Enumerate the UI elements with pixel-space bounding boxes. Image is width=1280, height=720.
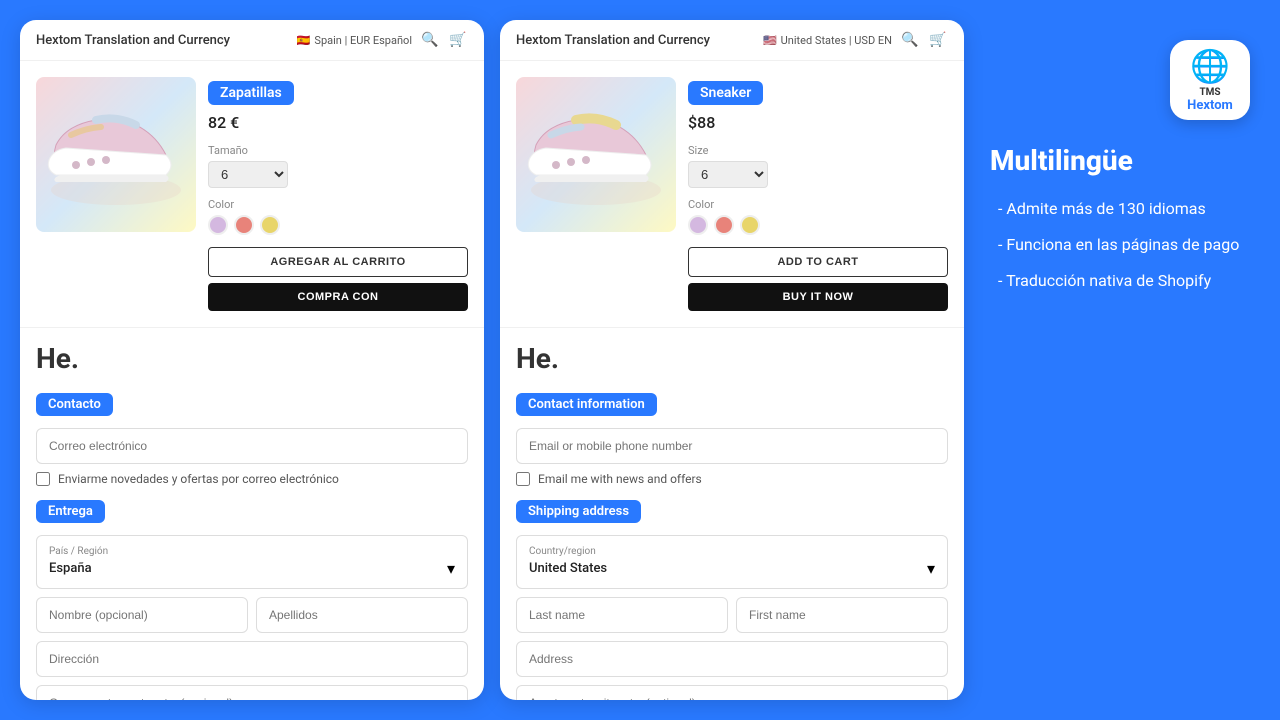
main-container: Hextom Translation and Currency 🇪🇸 Spain… [0, 0, 1280, 720]
color-label-en: Color [688, 198, 948, 211]
last-name-es[interactable] [256, 597, 468, 633]
email-checkbox-row-en: Email me with news and offers [516, 472, 948, 486]
contact-badge-en: Contact information [516, 393, 657, 416]
shipping-badge-en: Shipping address [516, 500, 641, 523]
checkout-section-en: Contact information Email me with news a… [500, 379, 964, 700]
buy-now-button-es[interactable]: COMPRA CON [208, 283, 468, 311]
email-checkbox-es[interactable] [36, 472, 50, 486]
country-label-es: País / Región [49, 546, 455, 557]
product-badge-es: Zapatillas [208, 81, 294, 105]
first-name-es[interactable] [36, 597, 248, 633]
color-dot-3-es[interactable] [260, 215, 280, 235]
last-name-en[interactable] [516, 597, 728, 633]
size-select-en[interactable]: 678 [688, 161, 768, 188]
country-select-en[interactable]: Country/region United States ▾ [516, 535, 948, 589]
add-to-cart-button-es[interactable]: AGREGAR AL CARRITO [208, 247, 468, 277]
globe-icon: 🌐 [1190, 47, 1230, 85]
buy-now-button-en[interactable]: BUY IT NOW [688, 283, 948, 311]
name-row-en [516, 597, 948, 633]
tms-text: TMS [1199, 87, 1220, 98]
search-icon-en[interactable]: 🔍 [900, 30, 920, 50]
locale-text-es: Spain | EUR Español [314, 34, 412, 47]
panel-title: Multilingüe [990, 144, 1133, 178]
dropdown-arrow-en: ▾ [927, 559, 935, 578]
country-label-en: Country/region [529, 546, 935, 557]
product-price-es: 82 € [208, 113, 468, 132]
color-dot-2-es[interactable] [234, 215, 254, 235]
color-dot-1-es[interactable] [208, 215, 228, 235]
cart-icon-en[interactable]: 🛒 [928, 30, 948, 50]
email-field-en[interactable] [516, 428, 948, 464]
product-details-en: Sneaker $88 Size 678 Color ADD TO CART B… [688, 77, 948, 311]
cart-icon-es[interactable]: 🛒 [448, 30, 468, 50]
store-header-es: Hextom Translation and Currency 🇪🇸 Spain… [20, 20, 484, 61]
feature-list: - Admite más de 130 idiomas - Funciona e… [990, 198, 1239, 307]
flag-es: 🇪🇸 [297, 34, 311, 47]
right-panel: 🌐 TMS Hextom Multilingüe - Admite más de… [980, 20, 1260, 327]
product-details-es: Zapatillas 82 € Tamaño 678 Color AGREGAR… [208, 77, 468, 311]
size-select-es[interactable]: 678 [208, 161, 288, 188]
dropdown-arrow-es: ▾ [447, 559, 455, 578]
store-right-en: 🇺🇸 United States | USD EN 🔍 🛒 [763, 30, 948, 50]
store-header-en: Hextom Translation and Currency 🇺🇸 Unite… [500, 20, 964, 61]
spanish-card: Hextom Translation and Currency 🇪🇸 Spain… [20, 20, 484, 700]
name-row-es [36, 597, 468, 633]
product-price-en: $88 [688, 113, 948, 132]
product-image-en [516, 77, 676, 232]
email-checkbox-row-es: Enviarme novedades y ofertas por correo … [36, 472, 468, 486]
hextom-text: Hextom [1187, 98, 1233, 113]
store-name-es: Hextom Translation and Currency [36, 33, 230, 48]
product-section-es: Zapatillas 82 € Tamaño 678 Color AGREGAR… [20, 61, 484, 328]
size-label-en: Size [688, 144, 948, 157]
first-name-en[interactable] [736, 597, 948, 633]
size-label-es: Tamaño [208, 144, 468, 157]
feature-item-2: - Funciona en las páginas de pago [990, 234, 1239, 256]
country-select-es[interactable]: País / Región España ▾ [36, 535, 468, 589]
he-heading-en: He. [500, 328, 964, 379]
country-value-es: España [49, 561, 92, 576]
feature-item-1: - Admite más de 130 idiomas [990, 198, 1239, 220]
color-dot-1-en[interactable] [688, 215, 708, 235]
search-icon-es[interactable]: 🔍 [420, 30, 440, 50]
color-row-es [208, 215, 468, 235]
flag-en: 🇺🇸 [763, 34, 777, 47]
checkout-section-es: Contacto Enviarme novedades y ofertas po… [20, 379, 484, 700]
email-checkbox-label-en: Email me with news and offers [538, 472, 702, 486]
tms-logo: 🌐 TMS Hextom [1170, 40, 1250, 120]
address-es[interactable] [36, 641, 468, 677]
product-badge-en: Sneaker [688, 81, 763, 105]
feature-item-3: - Traducción nativa de Shopify [990, 270, 1239, 292]
address2-es[interactable] [36, 685, 468, 700]
delivery-badge-es: Entrega [36, 500, 105, 523]
color-row-en [688, 215, 948, 235]
address2-en[interactable] [516, 685, 948, 700]
color-dot-3-en[interactable] [740, 215, 760, 235]
english-card: Hextom Translation and Currency 🇺🇸 Unite… [500, 20, 964, 700]
color-dot-2-en[interactable] [714, 215, 734, 235]
address-en[interactable] [516, 641, 948, 677]
color-label-es: Color [208, 198, 468, 211]
flag-locale-en: 🇺🇸 United States | USD EN [763, 34, 892, 47]
email-checkbox-en[interactable] [516, 472, 530, 486]
product-section-en: Sneaker $88 Size 678 Color ADD TO CART B… [500, 61, 964, 328]
country-value-en: United States [529, 561, 607, 576]
product-image-es [36, 77, 196, 232]
flag-locale-es: 🇪🇸 Spain | EUR Español [297, 34, 412, 47]
email-field-es[interactable] [36, 428, 468, 464]
store-right-es: 🇪🇸 Spain | EUR Español 🔍 🛒 [297, 30, 468, 50]
store-name-en: Hextom Translation and Currency [516, 33, 710, 48]
he-heading-es: He. [20, 328, 484, 379]
email-checkbox-label-es: Enviarme novedades y ofertas por correo … [58, 472, 339, 486]
locale-text-en: United States | USD EN [781, 34, 892, 47]
add-to-cart-button-en[interactable]: ADD TO CART [688, 247, 948, 277]
contact-badge-es: Contacto [36, 393, 113, 416]
